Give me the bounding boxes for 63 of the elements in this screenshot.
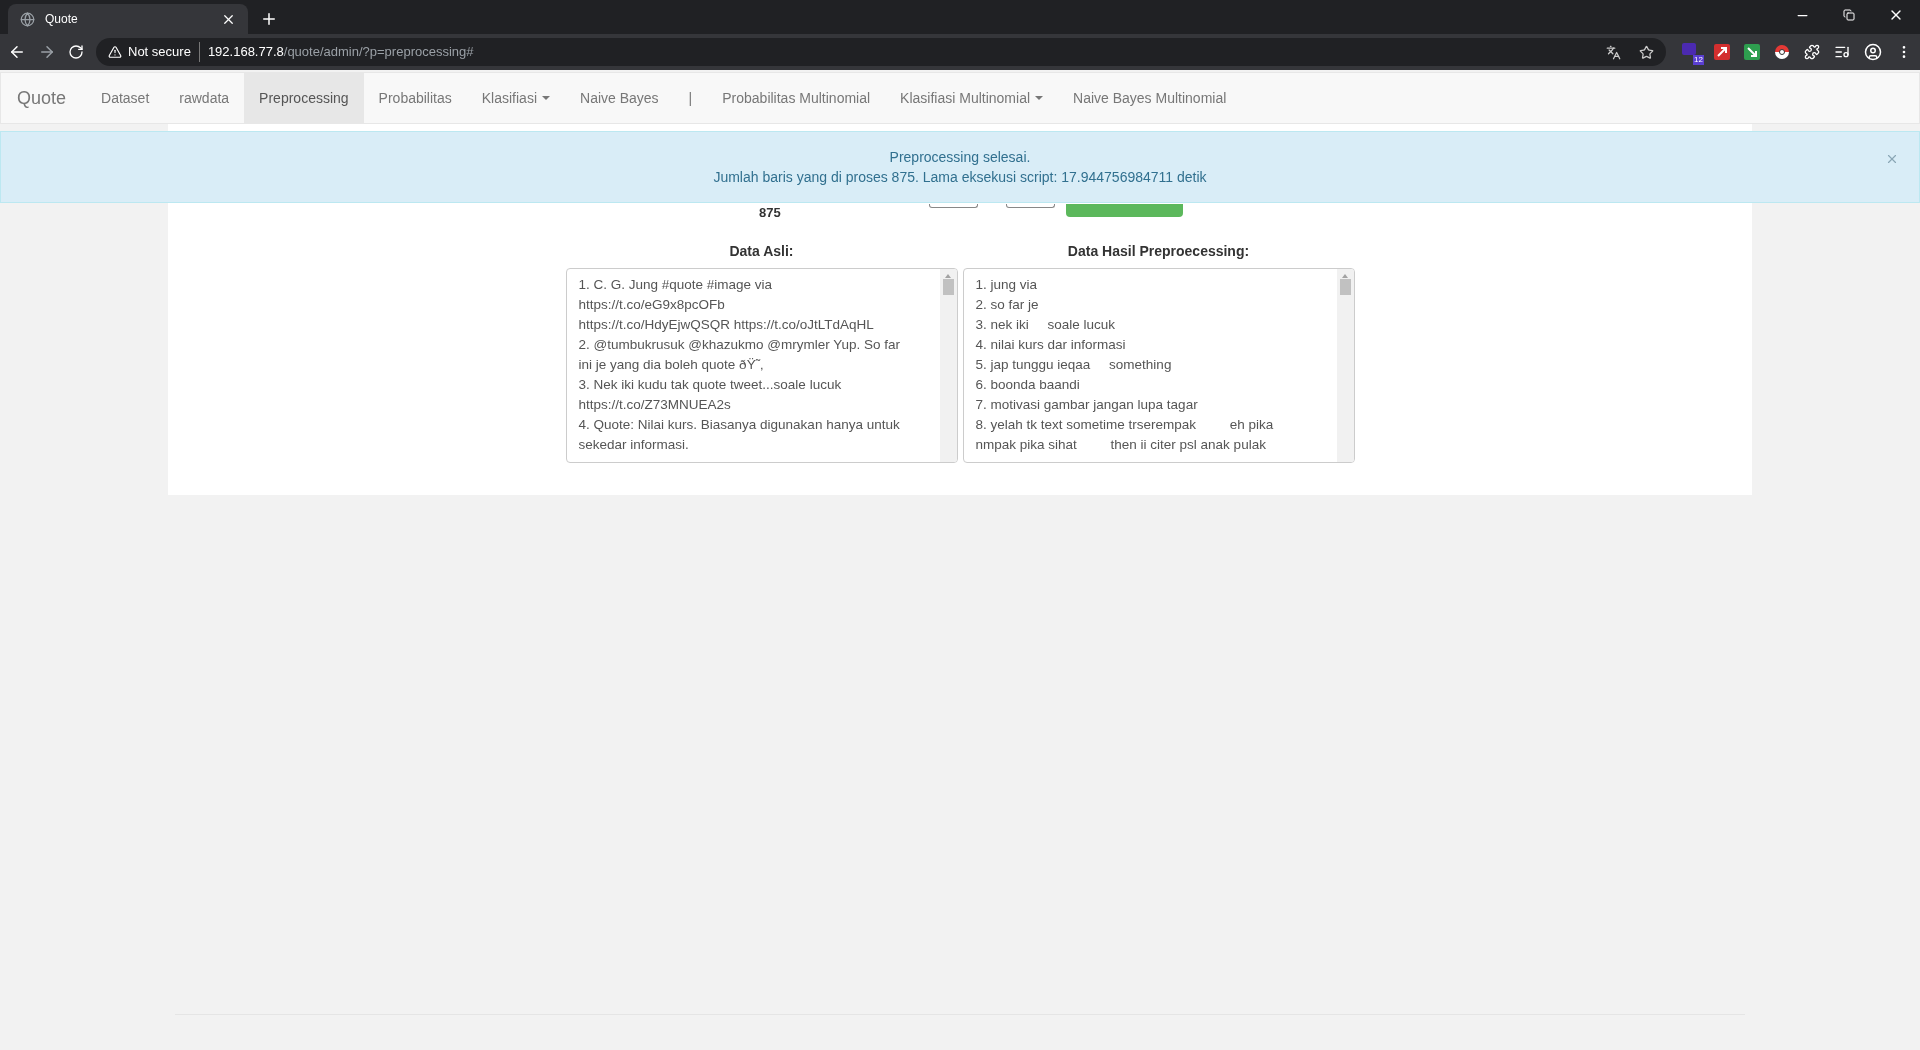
row-count: 875 [759,205,781,220]
nav-dropdown[interactable]: Klasifiasi [466,73,565,123]
tab-title: Quote [45,11,79,28]
panel-label: Data Hasil Preproecessing: [1067,242,1250,261]
nav-link[interactable]: Probabilitas Multinomial [707,73,886,123]
extension-icon[interactable] [1714,44,1730,60]
nav-link[interactable]: Preprocessing [244,73,364,123]
nav-link[interactable]: Naive Bayes Multinomial [1058,73,1242,123]
star-icon[interactable] [1639,44,1654,60]
nav-separator: | [687,88,694,108]
text-area[interactable] [565,268,958,463]
nav-link[interactable]: Naive Bayes [565,73,674,123]
caret-icon [542,96,550,100]
url-text: 192.168.77.8/quote/admin/?p=preprocessing# [207,43,474,62]
text-line: 1. jung via [975,276,1039,294]
text-line: 7. motivasi gambar jangan lupa tagar [975,396,1199,414]
extension-icon[interactable] [1744,44,1760,60]
text-line: 4. nilai kurs dar informasi [975,336,1127,354]
nav-link[interactable]: Dataset [86,73,165,123]
scrollbar[interactable] [1336,269,1354,462]
panel-label: Data Asli: [729,242,794,261]
text-line: https://t.co/HdyEjwQSQR https://t.co/oJtLTdAqHL [578,316,875,334]
caret-icon [1035,96,1044,100]
text-line: https://t.co/Z73MNUEA2s [578,396,732,414]
text-line: 3. nek iki soale lucuk [975,316,1117,334]
restore-icon[interactable] [1843,9,1855,21]
text-line: 2. @tumbukrusuk @khazukmo @mrymler Yup. So far [578,336,901,354]
alert-title: Preprocessing selesai. [889,148,1031,167]
input-field[interactable] [1006,204,1055,208]
browser-tab[interactable]: Quote [8,4,248,34]
ball-icon[interactable] [1774,44,1790,60]
text-line: 6. boonda baandi [975,376,1081,394]
text-line: 3. Nek iki kudu tak quote tweet...soale lucuk [578,376,843,394]
brand-link[interactable]: Quote [2,84,82,112]
new-tab-icon[interactable] [260,10,278,28]
text-line: 1. C. G. Jung #quote #image via [578,276,774,294]
text-line: nmpak pika sihat then ii citer psl anak pulak [975,436,1267,454]
globe-icon [20,11,35,27]
alert-message: Jumlah baris yang di proses 875. Lama eksekusi script: 17.944756984711 detik [713,168,1207,187]
profile-icon[interactable] [1864,43,1882,61]
nav-link[interactable]: rawdata [164,73,245,123]
reload-icon[interactable] [68,44,84,60]
back-icon[interactable] [8,43,26,61]
text-line: https://t.co/eG9x8pcOFb [578,296,726,314]
text-line: 2. so far je [975,296,1040,314]
security-label: Not secure [128,42,200,62]
text-line: 5. jap tunggu ieqaa something [975,356,1173,374]
text-line: ini je yang dia boleh quote ðŸ˜‚ [578,356,765,374]
media-icon[interactable] [1834,44,1850,60]
text-line: 4. Quote: Nilai kurs. Biasanya digunakan hanya untuk [578,416,901,434]
scrollbar[interactable] [939,269,957,462]
nav-link[interactable]: Probabilitas [363,73,467,123]
translate-icon[interactable] [1606,44,1621,60]
extension-badge: 12 [1693,55,1704,65]
nav-dropdown[interactable]: Klasifiasi Multinomial [885,73,1059,123]
address-bar[interactable]: Not secure 192.168.77.8/quote/admin/?p=preprocessing# [96,38,1666,66]
text-line: sekedar informasi. [578,436,690,454]
text-line: 8. yelah tk text sometime trserempak eh pika [975,416,1275,434]
warning-icon [108,45,122,59]
puzzle-icon[interactable] [1804,44,1820,60]
input-field[interactable] [929,204,978,208]
forward-icon[interactable] [38,43,56,61]
text-area[interactable] [962,268,1355,463]
